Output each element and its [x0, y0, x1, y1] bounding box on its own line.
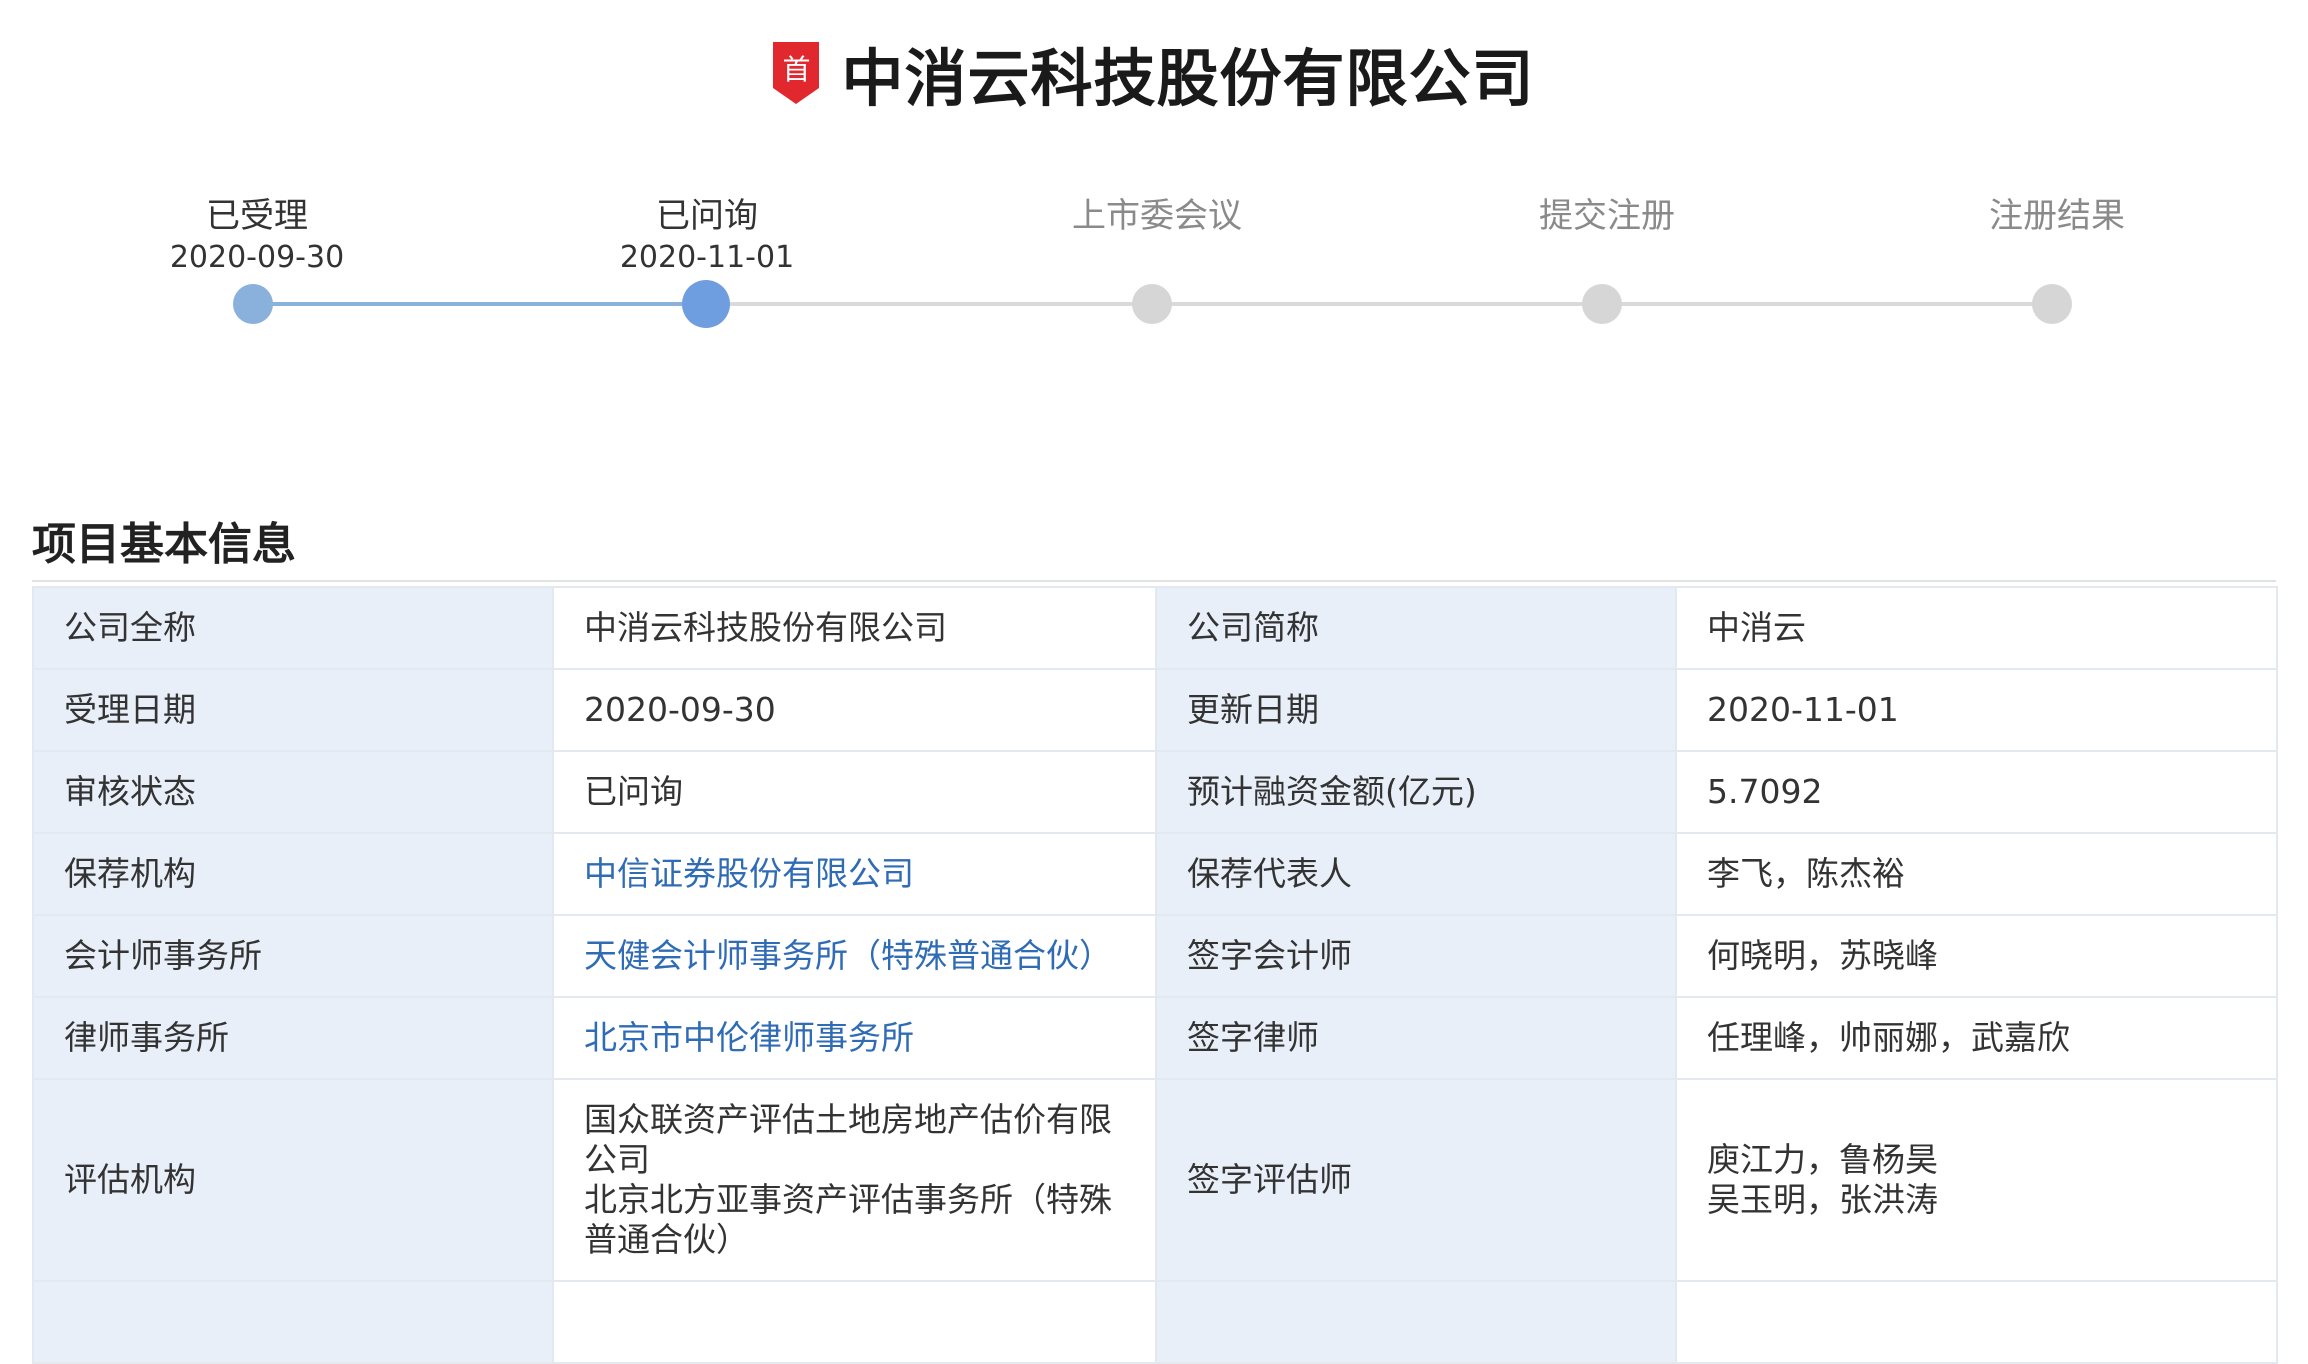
section-divider: [32, 580, 2276, 582]
field-label-accept-date: 受理日期: [32, 668, 554, 752]
timeline-segment-2: [706, 302, 1152, 306]
timeline-label: 上市委会议: [1072, 196, 1242, 236]
sponsor-link[interactable]: 中信证券股份有限公司: [584, 854, 914, 893]
field-value-full-name: 中消云科技股份有限公司: [552, 586, 1157, 670]
timeline-dot-listing-committee: [1132, 284, 1172, 324]
field-label-law-firm: 律师事务所: [32, 996, 554, 1080]
timeline-label: 已问询: [656, 196, 758, 236]
timeline-segment-1: [252, 302, 706, 306]
project-info-table: 公司全称 中消云科技股份有限公司 公司简称 中消云 受理日期 2020-09-3…: [32, 586, 2278, 1364]
field-value-accept-date: 2020-09-30: [552, 668, 1157, 752]
table-row: 评估机构 国众联资产评估土地房地产估价有限公司 北京北方亚事资产评估事务所（特殊…: [32, 1078, 2278, 1282]
progress-timeline: 已受理 2020-09-30 已问询 2020-11-01 上市委会议 提交注册…: [0, 0, 2308, 360]
field-value-appraisal-firm: 国众联资产评估土地房地产估价有限公司 北京北方亚事资产评估事务所（特殊普通合伙）: [552, 1078, 1157, 1282]
appraisers-1: 庾江力，鲁杨昊: [1707, 1140, 1938, 1179]
field-value-financing-amount: 5.7092: [1675, 750, 2278, 834]
table-row: 公司全称 中消云科技股份有限公司 公司简称 中消云: [32, 586, 2278, 670]
timeline-label: 提交注册: [1539, 196, 1675, 236]
timeline-dot-accepted: [233, 284, 273, 324]
field-value-signing-lawyer: 任理峰，帅丽娜，武嘉欣: [1675, 996, 2278, 1080]
field-value-short-name: 中消云: [1675, 586, 2278, 670]
field-label-signing-appraiser: 签字评估师: [1155, 1078, 1677, 1282]
field-label-signing-accountant: 签字会计师: [1155, 914, 1677, 998]
timeline-date: 2020-09-30: [169, 240, 345, 275]
field-value-sponsor-cell: 中信证券股份有限公司: [552, 832, 1157, 916]
timeline-label: 已受理: [206, 196, 308, 236]
section-title: 项目基本信息: [32, 519, 296, 570]
field-value-law-firm-cell: 北京市中伦律师事务所: [552, 996, 1157, 1080]
field-value-sponsor-rep: 李飞，陈杰裕: [1675, 832, 2278, 916]
timeline-segment-3: [1152, 302, 1602, 306]
field-label-sponsor: 保荐机构: [32, 832, 554, 916]
accounting-firm-link[interactable]: 天健会计师事务所（特殊普通合伙）: [584, 936, 1112, 975]
field-value-review-status: 已问询: [552, 750, 1157, 834]
field-value-signing-accountant: 何晓明，苏晓峰: [1675, 914, 2278, 998]
appraisal-firm-2: 北京北方亚事资产评估事务所（特殊普通合伙）: [584, 1180, 1112, 1259]
law-firm-link[interactable]: 北京市中伦律师事务所: [584, 1018, 914, 1057]
field-label-signing-lawyer: 签字律师: [1155, 996, 1677, 1080]
timeline-label: 注册结果: [1989, 196, 2125, 236]
timeline-segment-4: [1602, 302, 2052, 306]
field-value-update-date: 2020-11-01: [1675, 668, 2278, 752]
table-row: 保荐机构 中信证券股份有限公司 保荐代表人 李飞，陈杰裕: [32, 832, 2278, 916]
appraisal-firm-1: 国众联资产评估土地房地产估价有限公司: [584, 1100, 1112, 1179]
field-label-accounting-firm: 会计师事务所: [32, 914, 554, 998]
timeline-dot-inquired: [682, 280, 730, 328]
timeline-dot-submit-registration: [1582, 284, 1622, 324]
table-cell: [552, 1280, 1157, 1364]
table-cell: [1155, 1280, 1677, 1364]
field-label-review-status: 审核状态: [32, 750, 554, 834]
field-label-full-name: 公司全称: [32, 586, 554, 670]
field-value-accounting-firm-cell: 天健会计师事务所（特殊普通合伙）: [552, 914, 1157, 998]
table-row: 受理日期 2020-09-30 更新日期 2020-11-01: [32, 668, 2278, 752]
field-label-appraisal-firm: 评估机构: [32, 1078, 554, 1282]
table-cell: [1675, 1280, 2278, 1364]
appraisers-2: 吴玉明，张洪涛: [1707, 1180, 1938, 1219]
field-label-sponsor-rep: 保荐代表人: [1155, 832, 1677, 916]
table-cell: [32, 1280, 554, 1364]
table-row: 律师事务所 北京市中伦律师事务所 签字律师 任理峰，帅丽娜，武嘉欣: [32, 996, 2278, 1080]
field-label-financing-amount: 预计融资金额(亿元): [1155, 750, 1677, 834]
table-row: [32, 1280, 2278, 1364]
field-label-short-name: 公司简称: [1155, 586, 1677, 670]
field-value-signing-appraiser: 庾江力，鲁杨昊 吴玉明，张洪涛: [1675, 1078, 2278, 1282]
table-row: 审核状态 已问询 预计融资金额(亿元) 5.7092: [32, 750, 2278, 834]
field-label-update-date: 更新日期: [1155, 668, 1677, 752]
table-row: 会计师事务所 天健会计师事务所（特殊普通合伙） 签字会计师 何晓明，苏晓峰: [32, 914, 2278, 998]
timeline-date: 2020-11-01: [619, 240, 795, 275]
timeline-dot-registration-result: [2032, 284, 2072, 324]
